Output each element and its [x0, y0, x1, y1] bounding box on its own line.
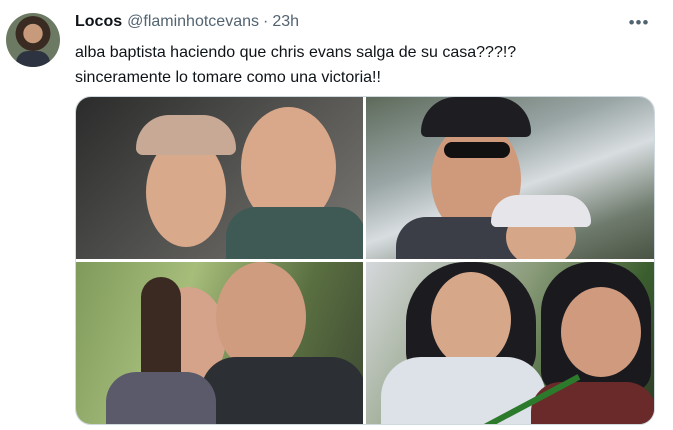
photo-person: [561, 287, 641, 377]
tweet-timestamp[interactable]: 23h: [272, 13, 299, 31]
photo-person-shirt: [106, 372, 216, 424]
media-photo-3[interactable]: [76, 262, 363, 424]
more-options-icon[interactable]: •••: [628, 12, 650, 34]
photo-person-cap: [136, 115, 236, 155]
media-photo-1[interactable]: [76, 97, 363, 259]
avatar-figure: [16, 51, 50, 67]
header-separator: ·: [262, 13, 269, 30]
photo-person: [431, 272, 511, 367]
tweet-card[interactable]: Locos @flaminhotcevans · 23h ••• alba ba…: [0, 0, 673, 430]
photo-person-cap: [491, 195, 591, 227]
photo-sunglasses: [444, 142, 510, 158]
media-photo-2[interactable]: [366, 97, 654, 259]
media-grid: [75, 96, 655, 425]
media-photo-4[interactable]: [366, 262, 654, 424]
tweet-header: Locos @flaminhotcevans · 23h: [75, 13, 299, 33]
photo-person-cap: [421, 97, 531, 137]
photo-person-shirt: [201, 357, 363, 424]
author-display-name[interactable]: Locos: [75, 13, 122, 31]
tweet-text-line: alba baptista haciendo que chris evans s…: [75, 44, 517, 61]
author-handle[interactable]: @flaminhotcevans: [127, 13, 259, 31]
photo-person-shirt: [226, 207, 363, 259]
author-avatar[interactable]: [6, 13, 60, 67]
photo-person: [216, 262, 306, 372]
tweet-text-line: sinceramente lo tomare como una victoria…: [75, 69, 381, 86]
tweet-text: alba baptista haciendo que chris evans s…: [75, 40, 635, 90]
photo-person-jacket: [381, 357, 546, 424]
